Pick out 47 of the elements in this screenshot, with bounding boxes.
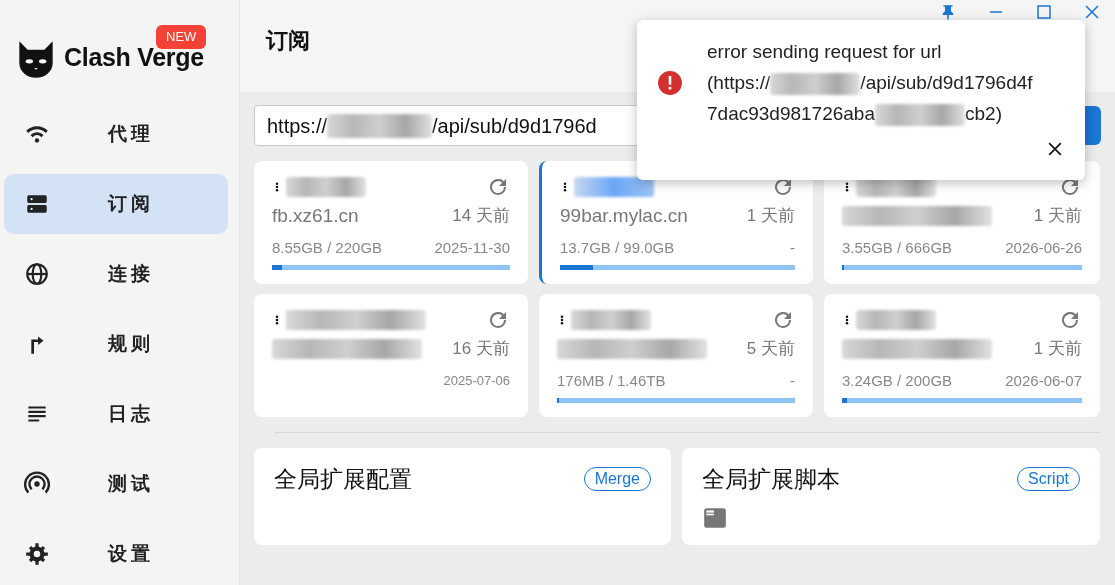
profile-card[interactable]: 99bar.mylac.cn 1 天前 13.7GB / 99.0GB - — [539, 161, 813, 284]
globe-icon — [24, 261, 50, 287]
updated-time: 14 天前 — [452, 205, 510, 228]
nav-item[interactable]: 规则 — [4, 314, 228, 374]
page-title: 订阅 — [266, 27, 310, 55]
expire-date: 2026-06-26 — [1005, 237, 1082, 258]
usage-text: 13.7GB / 99.0GB — [560, 237, 675, 258]
profile-host: fb.xz61.cn — [272, 203, 359, 228]
profile-host: 99bar.mylac.cn — [560, 203, 688, 228]
new-badge: NEW — [156, 25, 207, 49]
extension-title: 全局扩展脚本 — [702, 465, 840, 494]
nav-item[interactable]: 连接 — [4, 244, 228, 304]
usage-text: 8.55GB / 220GB — [272, 237, 383, 258]
profile-card[interactable]: fb.xz61.cn 14 天前 8.55GB / 220GB 2025-11-30 — [254, 161, 528, 284]
gear-icon — [24, 541, 50, 567]
error-text: (https:// — [707, 72, 771, 93]
usage-text: 3.55GB / 666GB — [842, 237, 953, 258]
updated-time: 1 天前 — [1033, 338, 1082, 361]
expire-date: 2026-06-07 — [1005, 370, 1082, 391]
maximize-icon[interactable] — [1035, 3, 1053, 21]
extension-title: 全局扩展配置 — [274, 465, 412, 494]
error-icon — [657, 69, 683, 96]
nav-item[interactable]: 测试 — [4, 454, 228, 514]
profile-card[interactable]: 16 天前 2025-07-06 — [254, 294, 528, 417]
updated-time: 5 天前 — [746, 338, 795, 361]
updated-time: 1 天前 — [1033, 205, 1082, 228]
nav-item[interactable]: 日志 — [4, 384, 228, 444]
error-text: /api/sub/d9d1796d4f — [860, 72, 1033, 93]
error-text: error sending request for url — [707, 41, 942, 62]
updated-time: 1 天前 — [746, 205, 795, 228]
nav-item[interactable]: 设置 — [4, 524, 228, 584]
expire-date: 2025-11-30 — [434, 237, 510, 258]
expire-date: - — [790, 370, 795, 391]
error-text: 7dac93d981726aba — [707, 103, 875, 124]
cat-logo-icon — [16, 38, 56, 78]
nav-item[interactable]: 代理 — [4, 104, 228, 164]
expire-date: - — [790, 237, 795, 258]
error-text: cb2) — [965, 103, 1002, 124]
nav-item[interactable]: 订阅 — [4, 174, 228, 234]
usage-text: 176MB / 1.46TB — [557, 370, 666, 391]
profile-card[interactable]: 1 天前 3.24GB / 200GB 2026-06-07 — [824, 294, 1100, 417]
extension-card[interactable]: 全局扩展脚本 Script — [682, 448, 1100, 545]
extension-card[interactable]: 全局扩展配置 Merge — [254, 448, 671, 545]
updated-time: 16 天前 — [452, 338, 510, 361]
usage-text: 3.24GB / 200GB — [842, 370, 953, 391]
expire-date: 2025-07-06 — [443, 372, 510, 391]
profile-card[interactable]: 5 天前 176MB / 1.46TB - — [539, 294, 813, 417]
